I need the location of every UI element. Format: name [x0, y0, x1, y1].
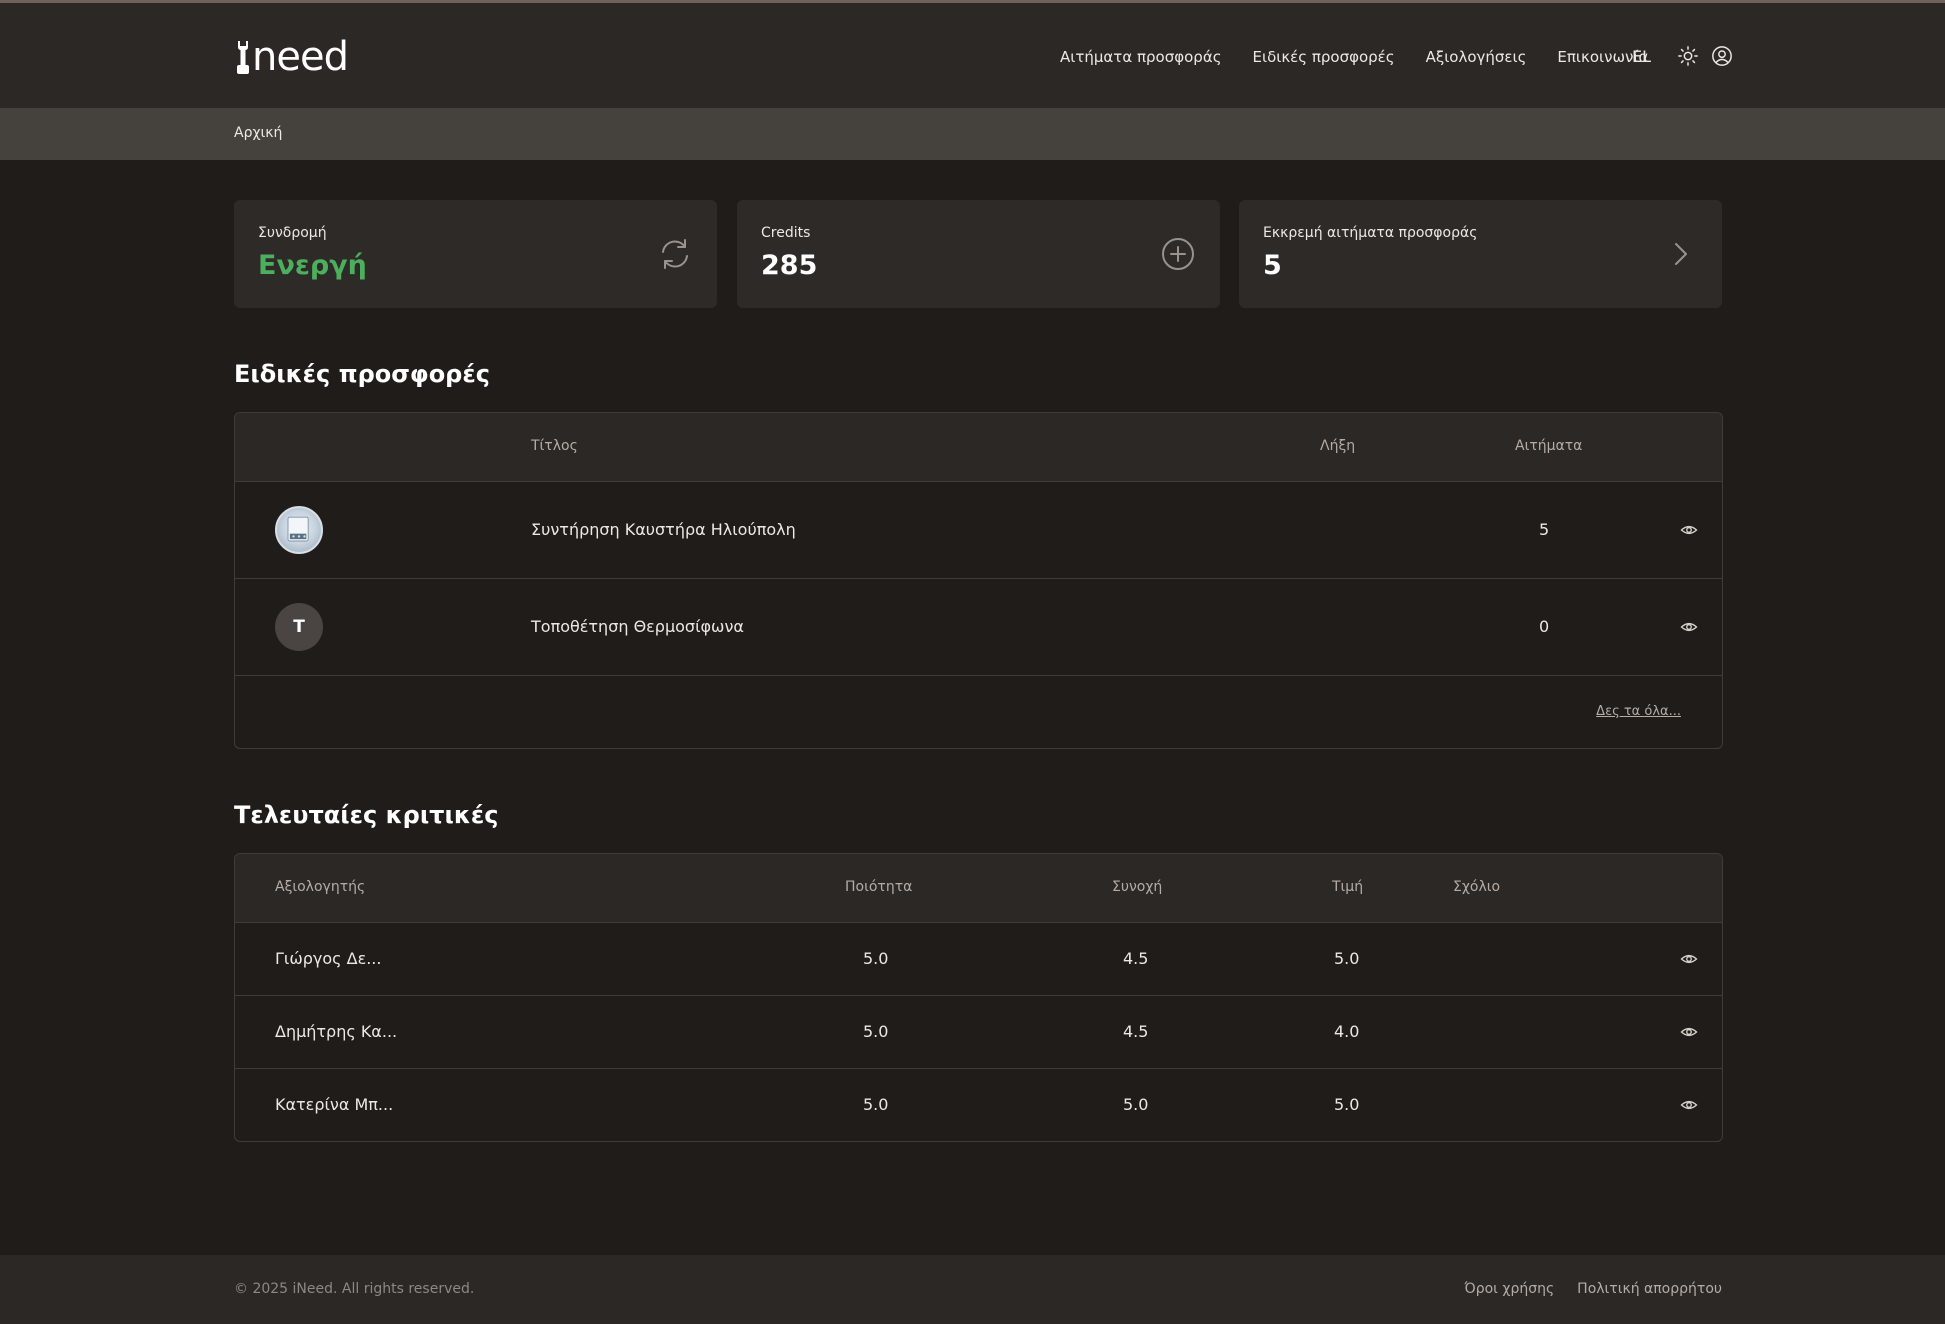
page-footer: © 2025 iNeed. All rights reserved. Όροι … [0, 1255, 1945, 1324]
offers-table: Τίτλος Λήξη Αιτήματα Συντήρηση Καυστήρα … [234, 412, 1723, 749]
reviewer-name: Κατερίνα Μπ... [275, 1095, 394, 1114]
top-navbar: need Αιτήματα προσφοράς Ειδικές προσφορέ… [0, 3, 1945, 108]
copyright-text: © 2025 iNeed. All rights reserved. [234, 1281, 475, 1297]
terms-link[interactable]: Όροι χρήσης [1464, 1281, 1554, 1297]
view-eye-icon[interactable] [1680, 1096, 1698, 1114]
nav-actions: EL [1632, 45, 1733, 67]
footer-links: Όροι χρήσης Πολιτική απορρήτου [1441, 1281, 1722, 1297]
reviews-table-header: Αξιολογητής Ποιότητα Συνοχή Τιμή Σχόλιο [235, 854, 1722, 923]
credits-label: Credits [761, 225, 811, 241]
summary-cards: Συνδρομή Ενεργή Credits 285 Εκκρεμή αιτή… [234, 200, 1722, 308]
quality-score: 5.0 [863, 949, 889, 968]
consistency-score: 4.5 [1123, 949, 1149, 968]
breadcrumb-bar: Αρχική [0, 108, 1945, 160]
view-eye-icon[interactable] [1680, 618, 1698, 636]
subscription-card[interactable]: Συνδρομή Ενεργή [234, 200, 717, 308]
view-eye-icon[interactable] [1680, 1023, 1698, 1041]
offers-table-header: Τίτλος Λήξη Αιτήματα [235, 413, 1722, 482]
nav-link-reviews[interactable]: Αξιολογήσεις [1426, 47, 1527, 67]
see-all-offers-link[interactable]: Δες τα όλα... [1596, 704, 1681, 719]
user-account-icon[interactable] [1711, 45, 1733, 67]
reviews-header-reviewer: Αξιολογητής [275, 879, 366, 895]
reviews-header-price: Τιμή [1332, 879, 1364, 895]
nav-link-requests[interactable]: Αιτήματα προσφοράς [1060, 47, 1222, 67]
quality-score: 5.0 [863, 1095, 889, 1114]
price-score: 5.0 [1334, 949, 1360, 968]
offers-section-title: Ειδικές προσφορές [234, 360, 490, 388]
table-footer-row: Δες τα όλα... [235, 676, 1722, 748]
privacy-link[interactable]: Πολιτική απορρήτου [1577, 1281, 1722, 1297]
credits-card[interactable]: Credits 285 [737, 200, 1220, 308]
chevron-right-icon[interactable] [1662, 236, 1698, 272]
pending-requests-card[interactable]: Εκκρεμή αιτήματα προσφοράς 5 [1239, 200, 1722, 308]
offer-image-avatar [275, 506, 323, 554]
main-nav: Αιτήματα προσφοράς Ειδικές προσφορές Αξι… [1060, 47, 1679, 67]
nav-link-offers[interactable]: Ειδικές προσφορές [1253, 47, 1395, 67]
logo-text: need [252, 34, 349, 80]
refresh-icon[interactable] [657, 236, 693, 272]
offers-header-title: Τίτλος [531, 438, 578, 454]
price-score: 5.0 [1334, 1095, 1360, 1114]
reviewer-name: Γιώργος Δε... [275, 949, 382, 968]
wrench-logo-icon [237, 41, 249, 74]
language-switcher[interactable]: EL [1632, 47, 1651, 66]
offers-header-requests: Αιτήματα [1515, 438, 1583, 454]
pending-requests-label: Εκκρεμή αιτήματα προσφοράς [1263, 225, 1478, 241]
table-row[interactable]: Δημήτρης Κα... 5.0 4.5 4.0 [235, 996, 1722, 1069]
plus-circle-icon[interactable] [1160, 236, 1196, 272]
reviews-header-comment: Σχόλιο [1453, 879, 1501, 895]
breadcrumb[interactable]: Αρχική [234, 125, 282, 141]
credits-value: 285 [761, 250, 818, 281]
consistency-score: 4.5 [1123, 1022, 1149, 1041]
offer-title[interactable]: Συντήρηση Καυστήρα Ηλιούπολη [531, 520, 796, 539]
reviews-section-title: Τελευταίες κριτικές [234, 801, 499, 829]
table-row[interactable]: T Τοποθέτηση Θερμοσίφωνα 0 [235, 579, 1722, 676]
view-eye-icon[interactable] [1680, 521, 1698, 539]
offer-requests-count: 5 [1539, 520, 1550, 539]
reviews-header-quality: Ποιότητα [845, 879, 913, 895]
quality-score: 5.0 [863, 1022, 889, 1041]
consistency-score: 5.0 [1123, 1095, 1149, 1114]
offer-requests-count: 0 [1539, 617, 1550, 636]
table-row[interactable]: Συντήρηση Καυστήρα Ηλιούπολη 5 [235, 482, 1722, 579]
reviews-header-consistency: Συνοχή [1112, 879, 1163, 895]
offer-letter-avatar: T [275, 603, 323, 651]
offer-title[interactable]: Τοποθέτηση Θερμοσίφωνα [531, 617, 744, 636]
reviewer-name: Δημήτρης Κα... [275, 1022, 398, 1041]
offers-header-expiry: Λήξη [1320, 438, 1356, 454]
subscription-label: Συνδρομή [258, 225, 327, 241]
price-score: 4.0 [1334, 1022, 1360, 1041]
reviews-table: Αξιολογητής Ποιότητα Συνοχή Τιμή Σχόλιο … [234, 853, 1723, 1142]
table-row[interactable]: Κατερίνα Μπ... 5.0 5.0 5.0 [235, 1069, 1722, 1141]
pending-requests-value: 5 [1263, 250, 1282, 281]
subscription-status: Ενεργή [258, 250, 367, 281]
view-eye-icon[interactable] [1680, 950, 1698, 968]
logo[interactable]: need [234, 34, 349, 80]
theme-toggle-sun-icon[interactable] [1677, 45, 1699, 67]
table-row[interactable]: Γιώργος Δε... 5.0 4.5 5.0 [235, 923, 1722, 996]
